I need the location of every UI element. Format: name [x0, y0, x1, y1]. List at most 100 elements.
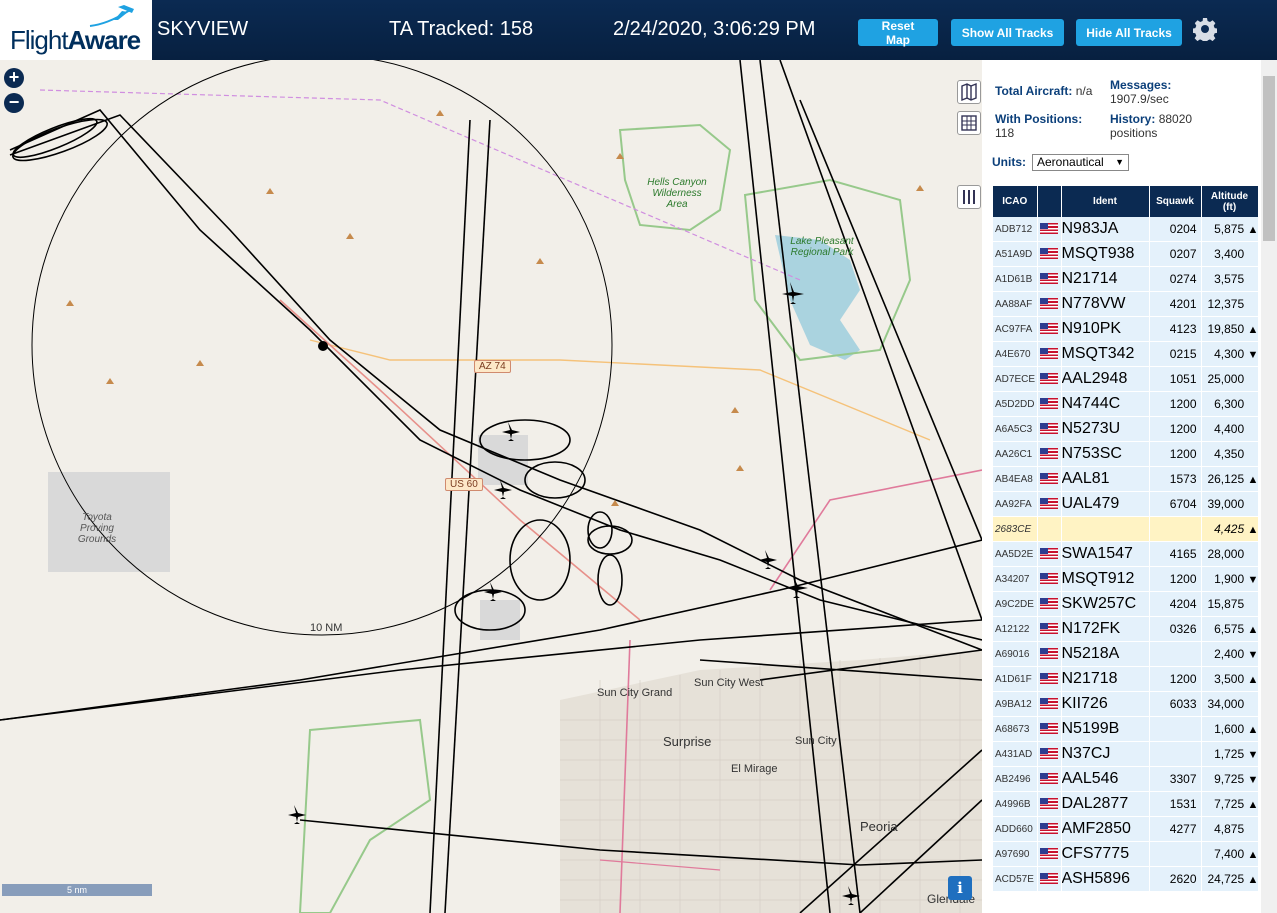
map-layers-icon[interactable] — [957, 80, 981, 104]
table-row[interactable]: A5D2DD N4744C 1200 6,300 — [993, 391, 1259, 417]
table-row[interactable]: ADB712 N983JA 0204 5,875 ▲ — [993, 217, 1259, 242]
map-canvas[interactable] — [0, 60, 982, 913]
table-row[interactable]: A9BA12 KII726 6033 34,000 — [993, 691, 1259, 717]
altitude-cell: 1,725 ▼ — [1201, 741, 1259, 767]
table-row[interactable]: AA26C1 N753SC 1200 4,350 — [993, 441, 1259, 467]
table-row[interactable]: A69016 N5218A 2,400 ▼ — [993, 641, 1259, 667]
table-row[interactable]: AA88AF N778VW 4201 12,375 — [993, 291, 1259, 317]
table-row[interactable]: 2683CE 4,425 ▲ — [993, 516, 1259, 542]
altitude-cell: 6,300 — [1201, 391, 1259, 417]
table-row[interactable]: AA5D2E SWA1547 4165 28,000 — [993, 541, 1259, 567]
table-row[interactable]: AC97FA N910PK 4123 19,850 ▲ — [993, 316, 1259, 342]
table-row[interactable]: A4E670 MSQT342 0215 4,300 ▼ — [993, 341, 1259, 367]
hide-all-tracks-button[interactable]: Hide All Tracks — [1076, 19, 1182, 46]
flag-cell — [1037, 766, 1062, 792]
map-label-surprise: Surprise — [663, 734, 712, 749]
flightaware-logo[interactable]: FlightAware — [0, 0, 152, 60]
altitude-trend-icon: ▼ — [1247, 349, 1258, 361]
altitude-cell: 28,000 — [1201, 541, 1259, 567]
table-row[interactable]: A9C2DE SKW257C 4204 15,875 — [993, 591, 1259, 617]
squawk-cell: 1200 — [1149, 416, 1202, 442]
flag-cell — [1037, 441, 1062, 467]
flag-cell — [1037, 341, 1062, 367]
us-flag-icon — [1039, 573, 1058, 585]
col-header-squawk[interactable]: Squawk — [1149, 186, 1202, 217]
table-row[interactable]: A97690 CFS7775 7,400 ▲ — [993, 841, 1259, 867]
icao-cell: A9BA12 — [993, 691, 1038, 717]
squawk-cell: 3307 — [1149, 766, 1202, 792]
icao-cell: A68673 — [993, 716, 1038, 742]
us-flag-icon — [1039, 798, 1058, 810]
icao-cell: AA26C1 — [993, 441, 1038, 467]
icao-cell: A51A9D — [993, 241, 1038, 267]
reset-map-button[interactable]: Reset Map — [858, 19, 938, 47]
squawk-cell: 6033 — [1149, 691, 1202, 717]
map-label-sun-city-west: Sun City West — [694, 677, 764, 689]
squawk-cell: 1200 — [1149, 391, 1202, 417]
ident-cell: N21714 — [1061, 266, 1150, 292]
altitude-trend-icon: ▲ — [1247, 224, 1258, 236]
squawk-cell: 2620 — [1149, 866, 1202, 892]
ident-cell: CFS7775 — [1061, 841, 1150, 867]
altitude-trend-icon: ▲ — [1247, 624, 1258, 636]
squawk-cell: 1200 — [1149, 566, 1202, 592]
flag-cell — [1037, 316, 1062, 342]
table-row[interactable]: A1D61F N21718 1200 3,500 ▲ — [993, 666, 1259, 692]
ident-cell: N21718 — [1061, 666, 1150, 692]
grid-overlay-icon[interactable] — [957, 111, 981, 135]
squawk-cell: 0207 — [1149, 241, 1202, 267]
table-row[interactable]: A4996B DAL2877 1531 7,725 ▲ — [993, 791, 1259, 817]
map-label-sun-city-grand: Sun City Grand — [597, 687, 673, 699]
ident-cell: AAL81 — [1061, 466, 1150, 492]
altitude-trend-icon: ▲ — [1247, 724, 1258, 736]
table-row[interactable]: AA92FA UAL479 6704 39,000 — [993, 491, 1259, 517]
altitude-cell: 26,125 ▲ — [1201, 466, 1259, 492]
flag-cell — [1037, 516, 1062, 542]
columns-toggle-icon[interactable] — [957, 185, 981, 209]
table-row[interactable]: A6A5C3 N5273U 1200 4,400 — [993, 416, 1259, 442]
units-select[interactable]: Aeronautical ▼ — [1032, 154, 1129, 171]
table-row[interactable]: A51A9D MSQT938 0207 3,400 — [993, 241, 1259, 267]
col-header-ident[interactable]: Ident — [1061, 186, 1150, 217]
ident-cell: N778VW — [1061, 291, 1150, 317]
ident-cell: N4744C — [1061, 391, 1150, 417]
us-flag-icon — [1039, 248, 1058, 260]
col-header-icao[interactable]: ICAO — [993, 186, 1038, 217]
show-all-tracks-button[interactable]: Show All Tracks — [951, 19, 1064, 46]
table-row[interactable]: ADD660 AMF2850 4277 4,875 — [993, 816, 1259, 842]
flag-cell — [1037, 591, 1062, 617]
map-view[interactable]: + − Hells Canyon Wilderness Area Lake Pl… — [0, 60, 982, 913]
table-row[interactable]: A1D61B N21714 0274 3,575 — [993, 266, 1259, 292]
table-row[interactable]: A34207 MSQT912 1200 1,900 ▼ — [993, 566, 1259, 592]
app-title: SKYVIEW — [157, 18, 249, 40]
us-flag-icon — [1039, 848, 1058, 860]
us-flag-icon — [1039, 698, 1058, 710]
squawk-cell: 4201 — [1149, 291, 1202, 317]
icao-cell: A4E670 — [993, 341, 1038, 367]
altitude-trend-icon: ▼ — [1247, 649, 1258, 661]
gear-icon[interactable] — [1193, 17, 1217, 41]
us-flag-icon — [1039, 598, 1058, 610]
scrollbar-thumb[interactable] — [1263, 76, 1275, 241]
zoom-in-button[interactable]: + — [4, 68, 24, 88]
ident-cell: SKW257C — [1061, 591, 1150, 617]
altitude-cell: 7,725 ▲ — [1201, 791, 1259, 817]
info-icon[interactable]: i — [948, 876, 972, 900]
ident-cell: N753SC — [1061, 441, 1150, 467]
us-flag-icon — [1039, 423, 1058, 435]
altitude-cell: 3,400 — [1201, 241, 1259, 267]
table-row[interactable]: AB4EA8 AAL81 1573 26,125 ▲ — [993, 466, 1259, 492]
altitude-cell: 1,900 ▼ — [1201, 566, 1259, 592]
col-header-altitude[interactable]: Altitude (ft) — [1201, 186, 1259, 217]
table-row[interactable]: ACD57E ASH5896 2620 24,725 ▲ — [993, 866, 1259, 892]
zoom-out-button[interactable]: − — [4, 93, 24, 113]
table-row[interactable]: AB2496 AAL546 3307 9,725 ▼ — [993, 766, 1259, 792]
us-flag-icon — [1039, 873, 1058, 885]
ident-cell: MSQT342 — [1061, 341, 1150, 367]
table-row[interactable]: A68673 N5199B 1,600 ▲ — [993, 716, 1259, 742]
aircraft-sidebar: Total Aircraft: n/a Messages: 1907.9/sec … — [982, 60, 1277, 913]
us-flag-icon — [1039, 223, 1058, 235]
table-row[interactable]: A12122 N172FK 0326 6,575 ▲ — [993, 616, 1259, 642]
table-row[interactable]: A431AD N37CJ 1,725 ▼ — [993, 741, 1259, 767]
table-row[interactable]: AD7ECE AAL2948 1051 25,000 — [993, 366, 1259, 392]
